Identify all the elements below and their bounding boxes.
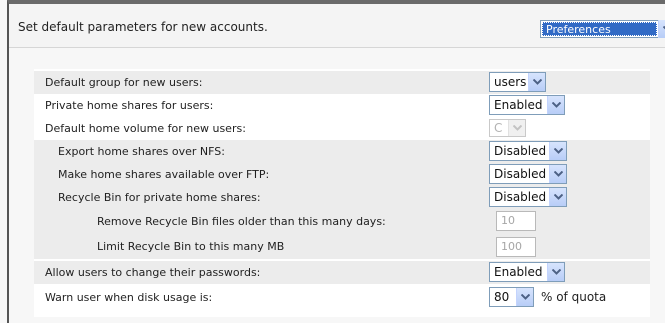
select-value: Disabled [494, 144, 547, 158]
setting-label: Remove Recycle Bin files older than this… [97, 215, 386, 228]
quota-suffix: % of quota [541, 290, 607, 304]
setting-label: Make home shares available over FTP: [58, 168, 270, 181]
chevron-down-icon [508, 120, 525, 136]
change-passwords-select[interactable]: Enabled [489, 262, 565, 282]
setting-row-default-home-volume: Default home volume for new users: C [34, 117, 650, 140]
setting-label: Default home volume for new users: [45, 122, 246, 135]
setting-label: Allow users to change their passwords: [45, 266, 261, 279]
view-select[interactable]: Preferences [540, 20, 665, 38]
ftp-select[interactable]: Disabled [489, 164, 567, 184]
setting-row-private-home-shares: Private home shares for users: Enabled [34, 94, 650, 117]
chevron-down-icon[interactable] [547, 96, 564, 114]
chevron-down-icon[interactable] [547, 263, 564, 281]
select-value: C [494, 121, 503, 135]
setting-label: Limit Recycle Bin to this many MB [97, 240, 285, 253]
recycle-limit-input[interactable]: 100 [496, 237, 536, 257]
view-select-value: Preferences [542, 22, 657, 36]
setting-row-export-nfs: Export home shares over NFS: Disabled [34, 140, 650, 163]
app-frame: Set default parameters for new accounts.… [7, 0, 665, 323]
chevron-down-icon[interactable] [528, 73, 545, 91]
page-description: Set default parameters for new accounts. [18, 20, 268, 34]
setting-label: Private home shares for users: [45, 99, 214, 112]
chevron-down-icon[interactable] [549, 188, 566, 206]
setting-row-recycle-days: Remove Recycle Bin files older than this… [34, 209, 650, 234]
select-value: 80 [494, 290, 510, 304]
setting-label: Export home shares over NFS: [58, 145, 225, 158]
recycle-bin-select[interactable]: Disabled [489, 187, 567, 207]
setting-label: Warn user when disk usage is: [45, 290, 213, 304]
select-value: Enabled [494, 98, 543, 112]
private-home-shares-select[interactable]: Enabled [489, 95, 565, 115]
chevron-down-icon[interactable] [549, 142, 566, 160]
setting-row-recycle-bin: Recycle Bin for private home shares: Dis… [34, 186, 650, 209]
export-nfs-select[interactable]: Disabled [489, 141, 567, 161]
setting-row-ftp: Make home shares available over FTP: Dis… [34, 163, 650, 186]
settings-panel: Default group for new users: users Priva… [34, 69, 650, 317]
default-group-select[interactable]: users [489, 72, 546, 92]
chevron-down-icon[interactable] [658, 20, 665, 38]
chevron-down-icon[interactable] [549, 165, 566, 183]
setting-label: Recycle Bin for private home shares: [58, 191, 261, 204]
select-value: users [494, 75, 527, 89]
setting-row-recycle-limit: Limit Recycle Bin to this many MB 100 [34, 234, 650, 259]
select-value: Disabled [494, 190, 547, 204]
disk-usage-select[interactable]: 80 [489, 287, 534, 307]
recycle-days-input[interactable]: 10 [496, 211, 536, 231]
setting-row-disk-usage-warning: Warn user when disk usage is: 80 % of qu… [34, 284, 650, 310]
setting-row-default-group: Default group for new users: users [34, 71, 650, 94]
setting-label: Default group for new users: [45, 76, 203, 89]
select-value: Disabled [494, 167, 547, 181]
default-home-volume-select[interactable]: C [489, 119, 526, 137]
select-value: Enabled [494, 265, 543, 279]
chevron-down-icon[interactable] [516, 288, 533, 306]
setting-row-change-passwords: Allow users to change their passwords: E… [34, 261, 650, 284]
